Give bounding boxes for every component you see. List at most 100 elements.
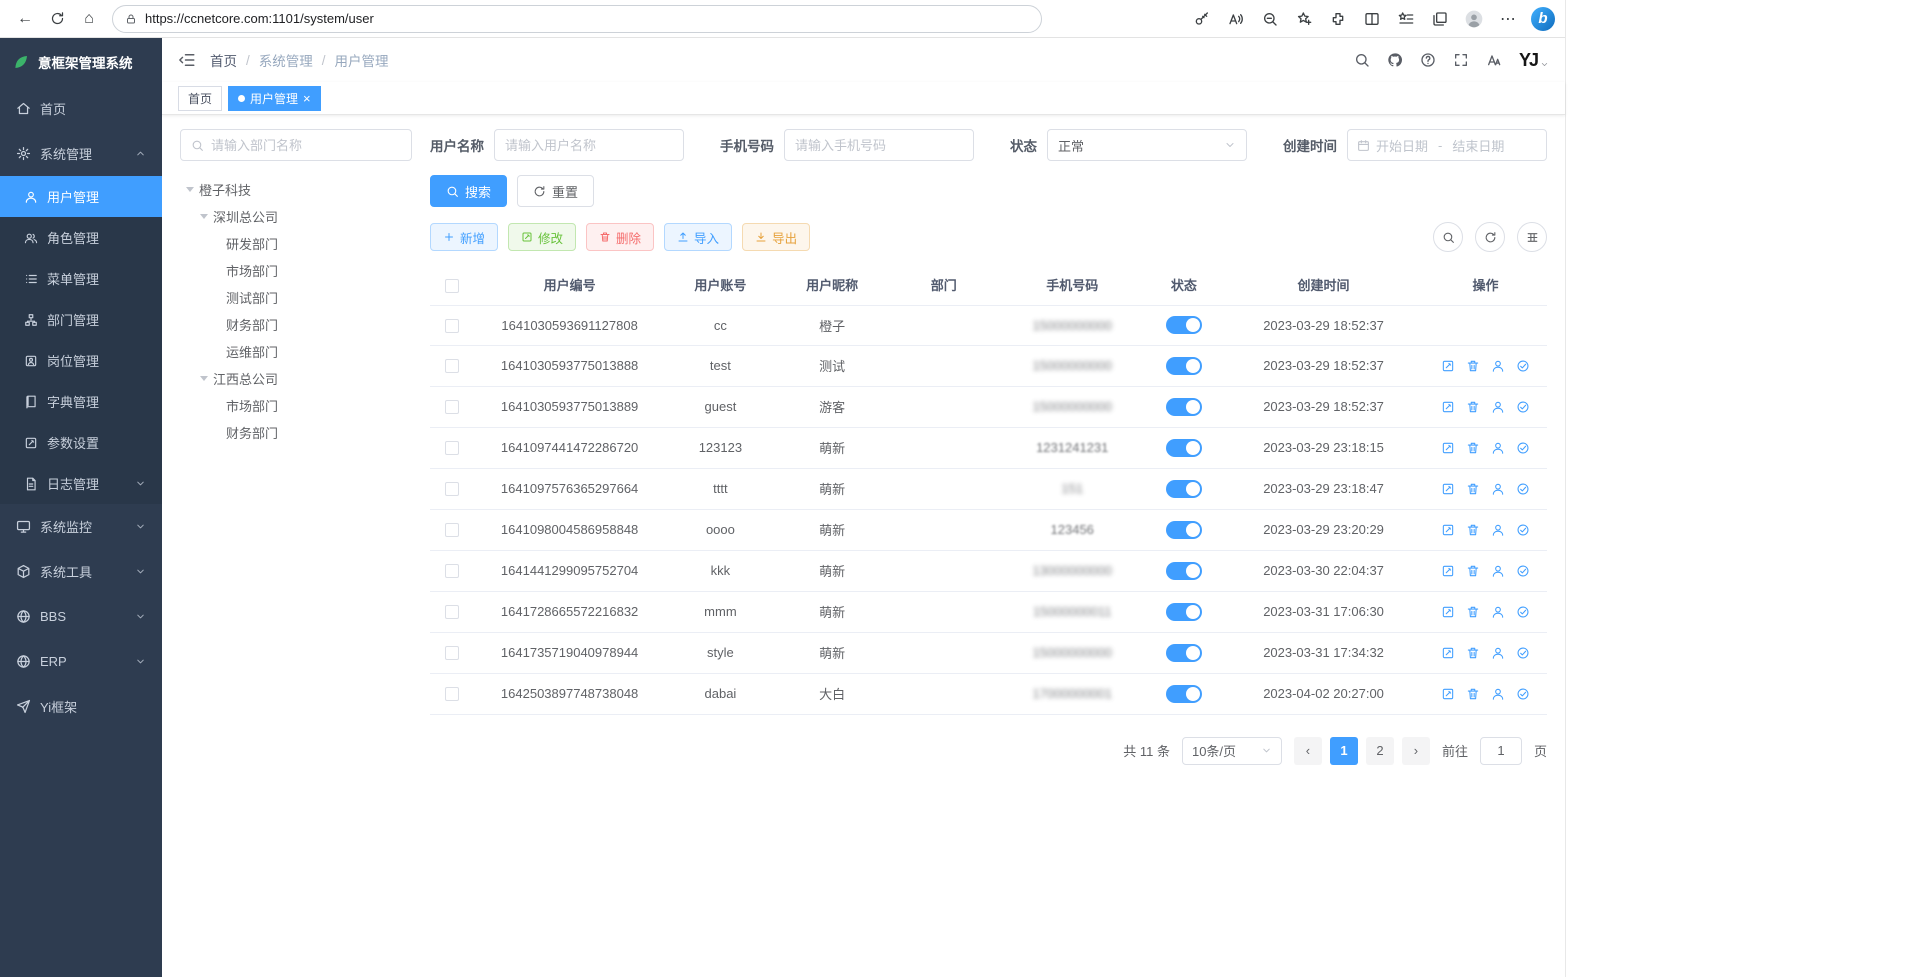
favorite-add-icon[interactable]: [1289, 4, 1319, 34]
sidebar-item-post-mgmt[interactable]: 岗位管理: [0, 340, 162, 381]
tree-node[interactable]: 测试部门: [180, 284, 412, 311]
profile-icon[interactable]: [1459, 4, 1489, 34]
tree-node[interactable]: 运维部门: [180, 338, 412, 365]
status-toggle[interactable]: [1166, 603, 1202, 621]
extensions-icon[interactable]: [1323, 4, 1353, 34]
add-button[interactable]: 新增: [430, 223, 498, 251]
delete-icon[interactable]: [1466, 482, 1480, 496]
back-icon[interactable]: ←: [10, 4, 40, 34]
page-button-1[interactable]: 1: [1330, 737, 1358, 765]
close-icon[interactable]: ×: [303, 92, 311, 105]
reset-password-icon[interactable]: [1491, 605, 1505, 619]
refresh-table-button[interactable]: [1475, 222, 1505, 252]
tab-user-mgmt[interactable]: 用户管理 ×: [228, 86, 321, 111]
row-checkbox[interactable]: [445, 687, 459, 701]
reset-password-icon[interactable]: [1491, 523, 1505, 537]
reset-password-icon[interactable]: [1491, 687, 1505, 701]
bing-icon[interactable]: b: [1531, 7, 1555, 31]
assign-role-icon[interactable]: [1516, 646, 1530, 660]
status-toggle[interactable]: [1166, 480, 1202, 498]
tree-node[interactable]: 财务部门: [180, 419, 412, 446]
delete-button[interactable]: 删除: [586, 223, 654, 251]
expand-caret-icon[interactable]: [200, 214, 208, 223]
delete-icon[interactable]: [1466, 359, 1480, 373]
page-size-select[interactable]: 10条/页: [1182, 737, 1282, 765]
toggle-search-button[interactable]: [1433, 222, 1463, 252]
date-range-picker[interactable]: 开始日期 - 结束日期: [1347, 129, 1547, 161]
reset-password-icon[interactable]: [1491, 359, 1505, 373]
search-icon[interactable]: [1354, 52, 1370, 68]
sidebar-item-system[interactable]: 系统管理: [0, 131, 162, 176]
edit-icon[interactable]: [1441, 441, 1455, 455]
more-icon[interactable]: ⋯: [1493, 4, 1523, 34]
github-icon[interactable]: [1387, 52, 1403, 68]
edit-icon[interactable]: [1441, 605, 1455, 619]
zoom-icon[interactable]: [1255, 4, 1285, 34]
delete-icon[interactable]: [1466, 687, 1480, 701]
assign-role-icon[interactable]: [1516, 523, 1530, 537]
sidebar-item-yi-framework[interactable]: Yi框架: [0, 684, 162, 729]
status-toggle[interactable]: [1166, 439, 1202, 457]
dept-search-input[interactable]: [211, 138, 401, 153]
row-checkbox[interactable]: [445, 319, 459, 333]
column-settings-button[interactable]: [1517, 222, 1547, 252]
user-avatar[interactable]: YJ: [1519, 51, 1549, 69]
sidebar-item-log-mgmt[interactable]: 日志管理: [0, 463, 162, 504]
search-button[interactable]: 搜索: [430, 175, 507, 207]
row-checkbox[interactable]: [445, 400, 459, 414]
sidebar-item-user-mgmt[interactable]: 用户管理: [0, 176, 162, 217]
reset-password-icon[interactable]: [1491, 400, 1505, 414]
username-input[interactable]: [494, 129, 684, 161]
reset-password-icon[interactable]: [1491, 564, 1505, 578]
edit-icon[interactable]: [1441, 523, 1455, 537]
assign-role-icon[interactable]: [1516, 605, 1530, 619]
status-toggle[interactable]: [1166, 521, 1202, 539]
select-all-checkbox[interactable]: [445, 279, 459, 293]
reset-password-icon[interactable]: [1491, 482, 1505, 496]
sidebar-item-dept-mgmt[interactable]: 部门管理: [0, 299, 162, 340]
sidebar-item-role-mgmt[interactable]: 角色管理: [0, 217, 162, 258]
row-checkbox[interactable]: [445, 564, 459, 578]
row-checkbox[interactable]: [445, 441, 459, 455]
delete-icon[interactable]: [1466, 400, 1480, 414]
key-icon[interactable]: [1187, 4, 1217, 34]
font-size-icon[interactable]: [1486, 52, 1502, 68]
status-toggle[interactable]: [1166, 644, 1202, 662]
row-checkbox[interactable]: [445, 523, 459, 537]
delete-icon[interactable]: [1466, 564, 1480, 578]
reload-icon[interactable]: [42, 4, 72, 34]
read-aloud-icon[interactable]: [1221, 4, 1251, 34]
tab-home[interactable]: 首页: [178, 86, 222, 111]
edit-icon[interactable]: [1441, 400, 1455, 414]
sidebar-item-home[interactable]: 首页: [0, 86, 162, 131]
row-checkbox[interactable]: [445, 605, 459, 619]
prev-page-button[interactable]: ‹: [1294, 737, 1322, 765]
reset-password-icon[interactable]: [1491, 441, 1505, 455]
tree-node[interactable]: 市场部门: [180, 392, 412, 419]
home-icon[interactable]: ⌂: [74, 4, 104, 34]
row-checkbox[interactable]: [445, 482, 459, 496]
row-checkbox[interactable]: [445, 359, 459, 373]
expand-caret-icon[interactable]: [200, 376, 208, 385]
delete-icon[interactable]: [1466, 441, 1480, 455]
address-bar[interactable]: https://ccnetcore.com:1101/system/user: [112, 5, 1042, 33]
sidebar-item-menu-mgmt[interactable]: 菜单管理: [0, 258, 162, 299]
sidebar-item-monitor[interactable]: 系统监控: [0, 504, 162, 549]
assign-role-icon[interactable]: [1516, 441, 1530, 455]
assign-role-icon[interactable]: [1516, 564, 1530, 578]
import-button[interactable]: 导入: [664, 223, 732, 251]
tree-node[interactable]: 研发部门: [180, 230, 412, 257]
help-icon[interactable]: [1420, 52, 1436, 68]
edit-icon[interactable]: [1441, 359, 1455, 373]
sidebar-item-erp[interactable]: ERP: [0, 639, 162, 684]
reset-password-icon[interactable]: [1491, 646, 1505, 660]
sidebar-item-dict-mgmt[interactable]: 字典管理: [0, 381, 162, 422]
edit-button[interactable]: 修改: [508, 223, 576, 251]
sidebar-item-tools[interactable]: 系统工具: [0, 549, 162, 594]
delete-icon[interactable]: [1466, 523, 1480, 537]
favorites-bar-icon[interactable]: [1391, 4, 1421, 34]
breadcrumb-home[interactable]: 首页: [210, 50, 237, 70]
edit-icon[interactable]: [1441, 482, 1455, 496]
reset-button[interactable]: 重置: [517, 175, 594, 207]
menu-fold-icon[interactable]: [178, 51, 196, 69]
